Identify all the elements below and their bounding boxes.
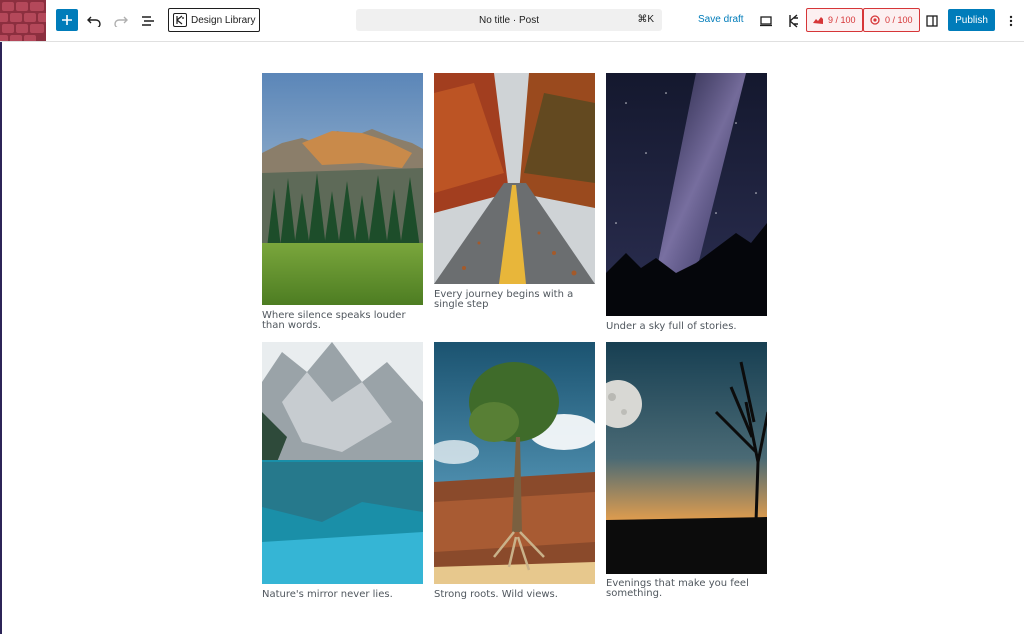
gallery-caption: Every journey begins with a single step (434, 289, 574, 310)
gallery-caption: Strong roots. Wild views. (434, 589, 558, 600)
undo-button[interactable] (82, 9, 106, 33)
gallery-image-autumn-road[interactable] (434, 73, 595, 284)
gallery-image-moon-sunset[interactable] (606, 342, 767, 574)
readability-icon (870, 15, 880, 25)
gallery-image-mountain-forest[interactable] (262, 73, 423, 305)
stackable-logo-icon (173, 13, 187, 27)
gallery-image-lone-tree[interactable] (434, 342, 595, 584)
seo-score-badge[interactable]: 9 / 100 (806, 8, 863, 32)
undo-icon (87, 16, 101, 27)
gallery-image-lake-reflection[interactable] (262, 342, 423, 584)
list-view-icon (142, 16, 154, 26)
more-options-icon (1009, 15, 1013, 27)
options-menu-button[interactable] (999, 9, 1023, 33)
save-draft-button[interactable]: Save draft (698, 14, 744, 25)
gallery-caption: Nature's mirror never lies. (262, 589, 393, 600)
sidebar-toggle-icon (926, 15, 938, 27)
design-library-button[interactable]: Design Library (168, 8, 260, 32)
design-library-label: Design Library (191, 14, 256, 26)
redo-icon (114, 16, 128, 27)
document-title-bar[interactable]: No title · Post ⌘K (356, 9, 662, 31)
list-view-button[interactable] (136, 9, 160, 33)
gallery-caption: Evenings that make you feel something. (606, 578, 749, 599)
seo-score: 9 / 100 (828, 15, 856, 25)
desktop-preview-icon (760, 16, 772, 27)
seo-rank-icon (813, 17, 823, 24)
add-block-button[interactable] (56, 9, 78, 31)
document-title: No title · Post (478, 14, 540, 26)
stackable-settings-button[interactable] (781, 9, 805, 33)
site-logo[interactable] (0, 0, 46, 41)
readability-score-badge[interactable]: 0 / 100 (863, 8, 920, 32)
plus-icon (62, 15, 72, 25)
editor-toolbar: Design Library No title · Post ⌘K Save d… (0, 0, 1024, 42)
gallery-caption: Under a sky full of stories. (606, 321, 737, 332)
readability-score: 0 / 100 (885, 15, 913, 25)
preview-button[interactable] (754, 9, 778, 33)
redo-button[interactable] (109, 9, 133, 33)
stackable-icon (789, 14, 798, 28)
settings-sidebar-button[interactable] (920, 9, 944, 33)
command-shortcut: ⌘K (637, 14, 654, 25)
gallery-image-milky-way[interactable] (606, 73, 767, 316)
gallery-caption: Where silence speaks louder than words. (262, 310, 406, 331)
canvas-edge (0, 42, 2, 634)
publish-button[interactable]: Publish (948, 9, 995, 31)
